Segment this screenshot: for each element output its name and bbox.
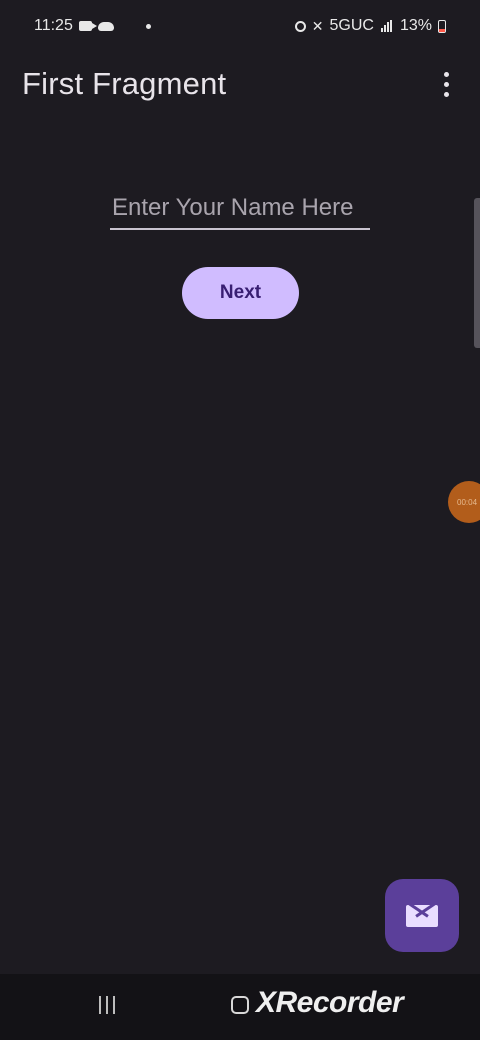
recorder-floating-bubble[interactable]: 00:04 [448,481,480,523]
more-vert-icon[interactable] [428,62,464,106]
recents-button[interactable] [96,996,118,1018]
page-title: First Fragment [22,66,227,101]
name-field[interactable] [110,190,370,230]
screen-recorder-icon [120,20,134,32]
mail-icon [406,904,438,927]
cloud-icon [97,21,114,31]
alarm-icon [294,20,306,32]
battery-percent: 13% [399,17,432,34]
email-fab[interactable] [385,879,459,952]
battery-icon [438,19,446,33]
next-button[interactable]: Next [182,267,299,319]
status-time: 11:25 [34,17,73,34]
status-left: 11:25 [34,17,151,35]
app-toolbar: First Fragment [0,52,480,116]
recorder-timer: 00:04 [457,497,478,507]
scrollbar-thumb[interactable] [474,198,480,348]
home-button[interactable] [231,996,249,1014]
status-bar: 11:25 ✕ 5GUC 13% [0,0,480,52]
status-right: ✕ 5GUC 13% [294,17,446,35]
signal-icon [380,20,394,32]
video-camera-icon [78,21,97,31]
navigation-bar: XRecorder [0,974,480,1040]
notification-dot-icon [145,23,151,29]
mute-icon: ✕ [311,17,324,34]
recorder-watermark: XRecorder [256,986,404,1019]
name-input[interactable] [110,190,370,226]
network-type: 5GUC [329,17,374,34]
